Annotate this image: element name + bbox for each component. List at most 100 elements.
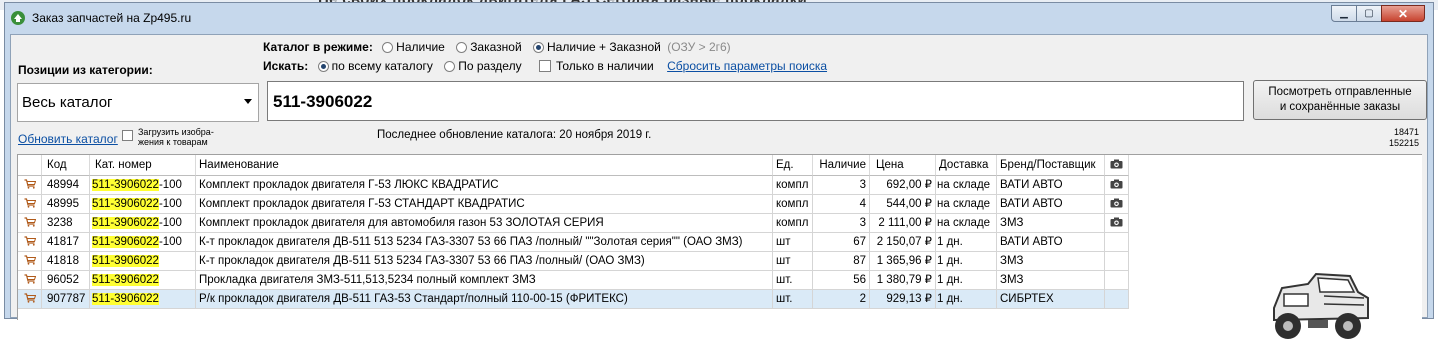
table-row[interactable]: 41818 511-3906022 К-т прокладок двигателя … [18,252,1422,271]
close-button[interactable]: ✕ [1381,5,1425,22]
last-update-label: Последнее обновление каталога: [377,129,557,141]
cell-price: 692,00 ₽ [870,176,936,195]
cell-name: Прокладка двигателя ЗМЗ-511,513,5234 пол… [196,271,773,290]
cell-delivery: 1 дн. [936,233,997,252]
header-brand[interactable]: Бренд/Поставщик [997,155,1105,176]
in-stock-only-label: Только в наличии [555,59,654,73]
cell-name: К-т прокладок двигателя ДВ-511 513 5234 … [196,233,773,252]
mode-option-both[interactable]: Наличие + Заказной [533,40,661,54]
load-images-checkbox[interactable] [122,128,138,142]
cell-cart[interactable] [18,176,42,195]
cart-icon[interactable] [24,236,36,246]
cell-delivery: на складе [936,195,997,214]
cell-cart[interactable] [18,252,42,271]
truck-icon [1273,272,1369,339]
category-select[interactable]: Весь каталог [17,83,259,122]
table-row[interactable]: 48994 511-3906022-100 Комплект прокладок д… [18,176,1422,195]
view-orders-button[interactable]: Посмотреть отправленные и сохранённые за… [1253,80,1427,120]
scope-option-section-label: По разделу [458,59,522,73]
checkbox-icon[interactable] [122,130,133,141]
table-row[interactable]: 907787 511-3906022 Р/к прокладок двигателя… [18,290,1422,309]
cell-cat-number: 511-3906022 [90,252,196,271]
cart-icon[interactable] [24,198,36,208]
cell-photo [1105,233,1129,252]
cell-price: 2 111,00 ₽ [870,214,936,233]
cat-number-suffix: -100 [158,198,182,210]
last-update-value: 20 ноября 2019 г. [559,129,652,141]
cat-number-match: 511-3906022 [92,255,159,267]
header-unit[interactable]: Ед. [773,155,813,176]
mode-option-stock-label: Наличие [396,40,445,54]
cell-cart[interactable] [18,233,42,252]
cell-delivery: 1 дн. [936,290,997,309]
camera-icon[interactable] [1110,198,1123,208]
cell-brand: ВАТИ АВТО [997,176,1105,195]
mode-option-order[interactable]: Заказной [456,40,522,54]
cart-icon[interactable] [24,274,36,284]
cell-photo [1105,271,1129,290]
header-cat-number[interactable]: Кат. номер [90,155,196,176]
cart-icon[interactable] [24,293,36,303]
catalog-counts: 18471 152215 [1389,127,1419,149]
table-row[interactable]: 3238 511-3906022-100 Комплект прокладок дв… [18,214,1422,233]
cell-brand: ЗМЗ [997,214,1105,233]
header-name[interactable]: Наименование [196,155,773,176]
cell-brand: ЗМЗ [997,271,1105,290]
header-stock[interactable]: Наличие [813,155,870,176]
cell-stock: 3 [813,214,870,233]
maximize-button[interactable]: ▢ [1356,5,1382,22]
cell-delivery: на складе [936,214,997,233]
cart-icon[interactable] [24,179,36,189]
window-title: Заказ запчастей на Zp495.ru [32,11,192,25]
reset-search-link[interactable]: Сбросить параметры поиска [667,59,827,73]
cell-name: Р/к прокладок двигателя ДВ-511 ГАЗ-53 Ст… [196,290,773,309]
camera-icon[interactable] [1110,217,1123,227]
checkbox-icon[interactable] [538,60,551,72]
chevron-down-icon[interactable] [244,99,252,104]
refresh-catalog-link[interactable]: Обновить каталог [18,132,118,146]
search-scope-row: Искать: по всему каталогу По разделу Тол… [263,59,827,73]
header-delivery[interactable]: Доставка [936,155,997,176]
cart-icon[interactable] [24,217,36,227]
cat-number-match: 511-3906022 [92,217,159,229]
scope-option-section[interactable]: По разделу [444,59,522,73]
cell-cart[interactable] [18,214,42,233]
cell-cart[interactable] [18,195,42,214]
cell-brand: ВАТИ АВТО [997,195,1105,214]
radio-icon[interactable] [444,61,456,72]
mode-option-stock[interactable]: Наличие [382,40,445,54]
cell-code: 41818 [42,252,90,271]
radio-icon[interactable] [456,42,468,53]
cell-photo[interactable] [1105,214,1129,233]
cell-cart[interactable] [18,271,42,290]
cell-brand: ЗМЗ [997,252,1105,271]
cell-delivery: 1 дн. [936,252,997,271]
search-input-value: 511-3906022 [273,92,373,111]
cat-number-match: 511-3906022 [92,274,159,286]
caption-buttons: ▁ ▢ ✕ [1331,5,1425,23]
minimize-button[interactable]: ▁ [1331,5,1357,22]
table-row[interactable]: 48995 511-3906022-100 Комплект прокладок д… [18,195,1422,214]
header-code[interactable]: Код [42,155,90,176]
cell-photo[interactable] [1105,176,1129,195]
table-row[interactable]: 41817 511-3906022-100 К-т прокладок двигат… [18,233,1422,252]
scope-option-all[interactable]: по всему каталогу [317,59,433,73]
memory-note: (ОЗУ > 2г6) [667,40,731,54]
in-stock-only-checkbox[interactable]: Только в наличии [538,59,654,73]
table-header: Код Кат. номер Наименование Ед. Наличие … [18,155,1422,176]
radio-selected-icon[interactable] [317,61,329,72]
client-area: Каталог в режиме: Наличие Заказной Налич… [10,34,1428,339]
table-row[interactable]: 96052 511-3906022 Прокладка двигателя ЗМЗ-… [18,271,1422,290]
cell-photo[interactable] [1105,195,1129,214]
search-input[interactable]: 511-3906022 [267,81,1244,121]
cell-cart[interactable] [18,290,42,309]
cell-price: 929,13 ₽ [870,290,936,309]
cart-icon[interactable] [24,255,36,265]
camera-icon[interactable] [1110,179,1123,189]
header-price[interactable]: Цена [870,155,936,176]
results-table: Код Кат. номер Наименование Ед. Наличие … [17,154,1422,320]
title-bar[interactable]: Заказ запчастей на Zp495.ru ▁ ▢ ✕ [5,3,1433,33]
radio-icon[interactable] [382,42,394,53]
cell-name: К-т прокладок двигателя ДВ-511 513 5234 … [196,252,773,271]
radio-selected-icon[interactable] [533,42,545,53]
